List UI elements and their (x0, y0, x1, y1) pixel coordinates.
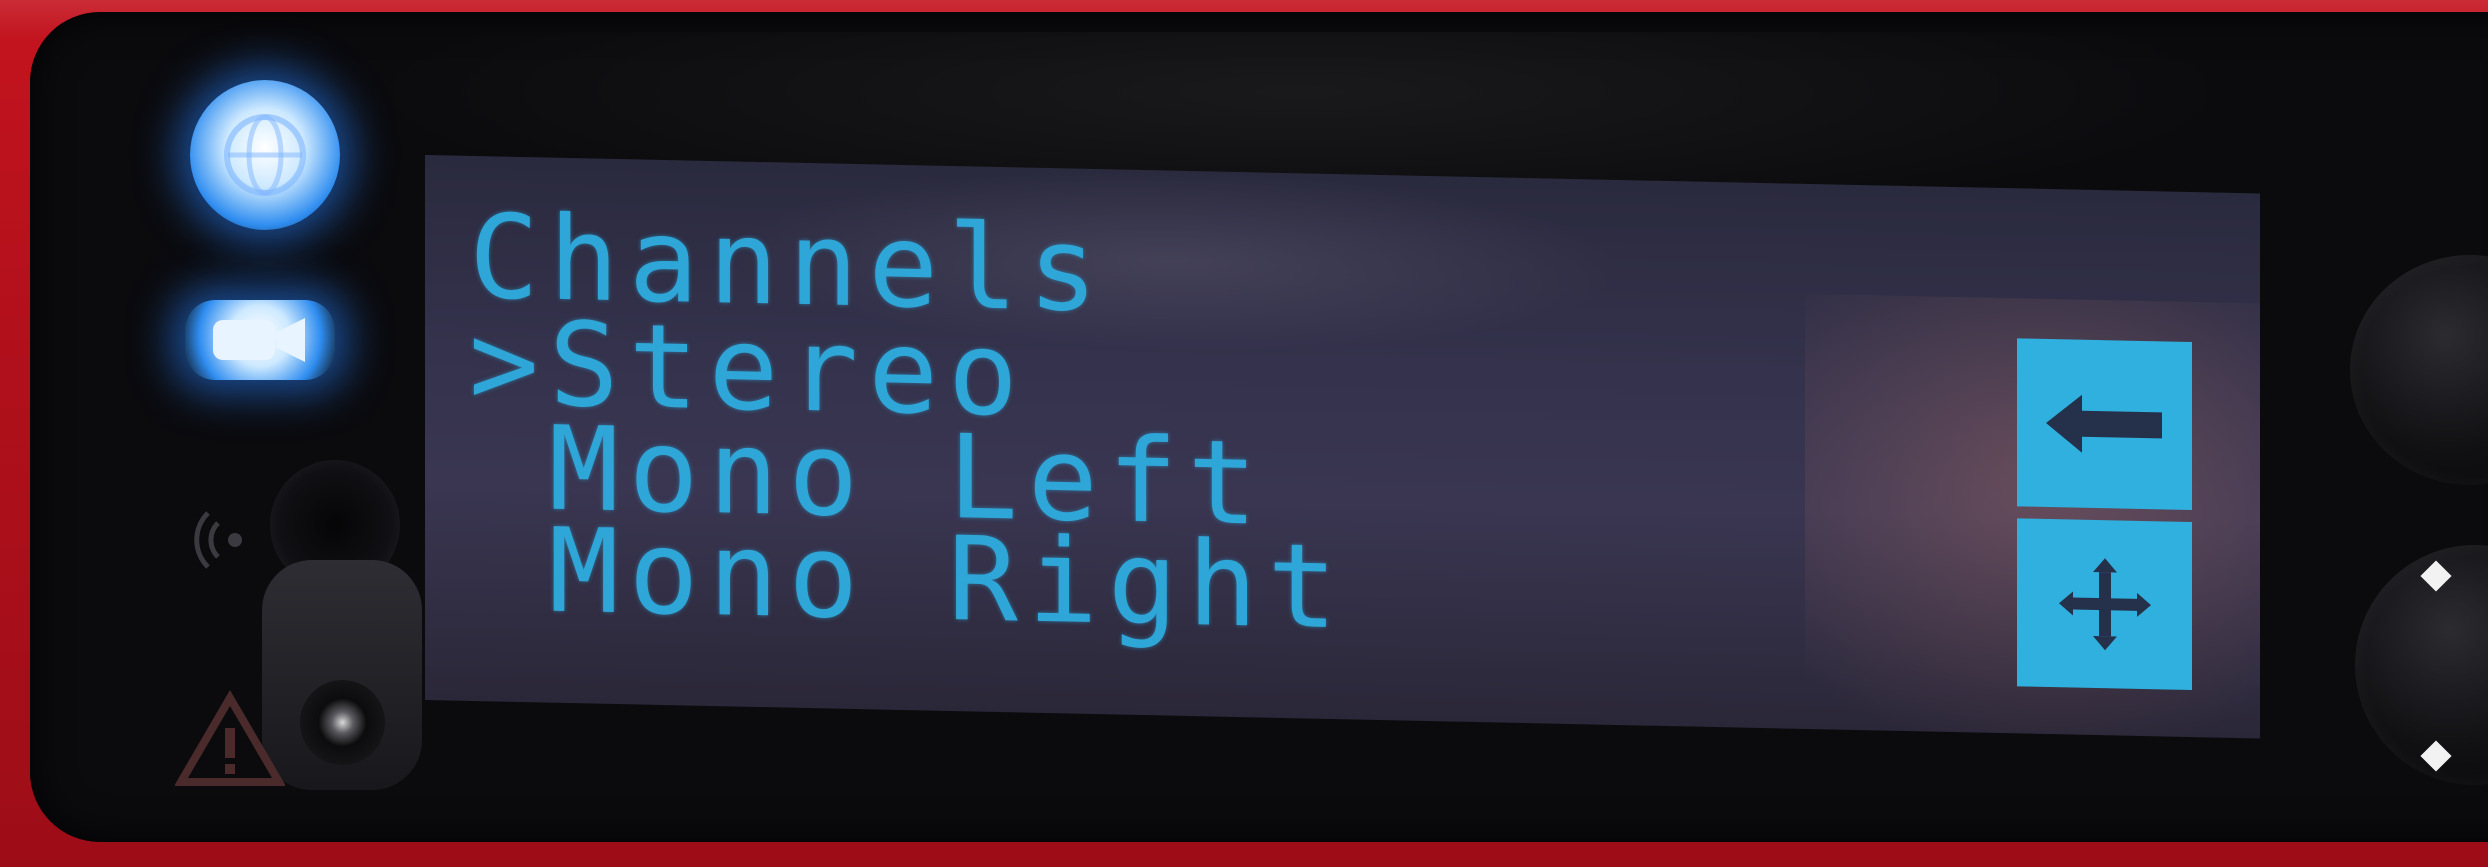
selection-cursor: > (469, 295, 549, 433)
move-cross-icon (2058, 558, 2151, 651)
lcd-screen: Channels >Stereo >Mono Left >Mono Right (425, 155, 2260, 739)
move-button[interactable] (2017, 518, 2192, 691)
wireless-icon (190, 495, 280, 585)
menu-item-label: Mono Right (548, 503, 1348, 656)
video-camera-icon (185, 300, 335, 380)
back-arrow-icon (2045, 394, 2162, 453)
knob-marker (2420, 560, 2452, 592)
menu-item-mono-right[interactable]: >Mono Right (469, 504, 1347, 656)
knob-marker (2420, 740, 2452, 772)
globe-icon (190, 80, 340, 230)
back-button[interactable] (2017, 338, 2192, 511)
warning-icon (174, 690, 286, 790)
headphone-jack (300, 680, 385, 765)
